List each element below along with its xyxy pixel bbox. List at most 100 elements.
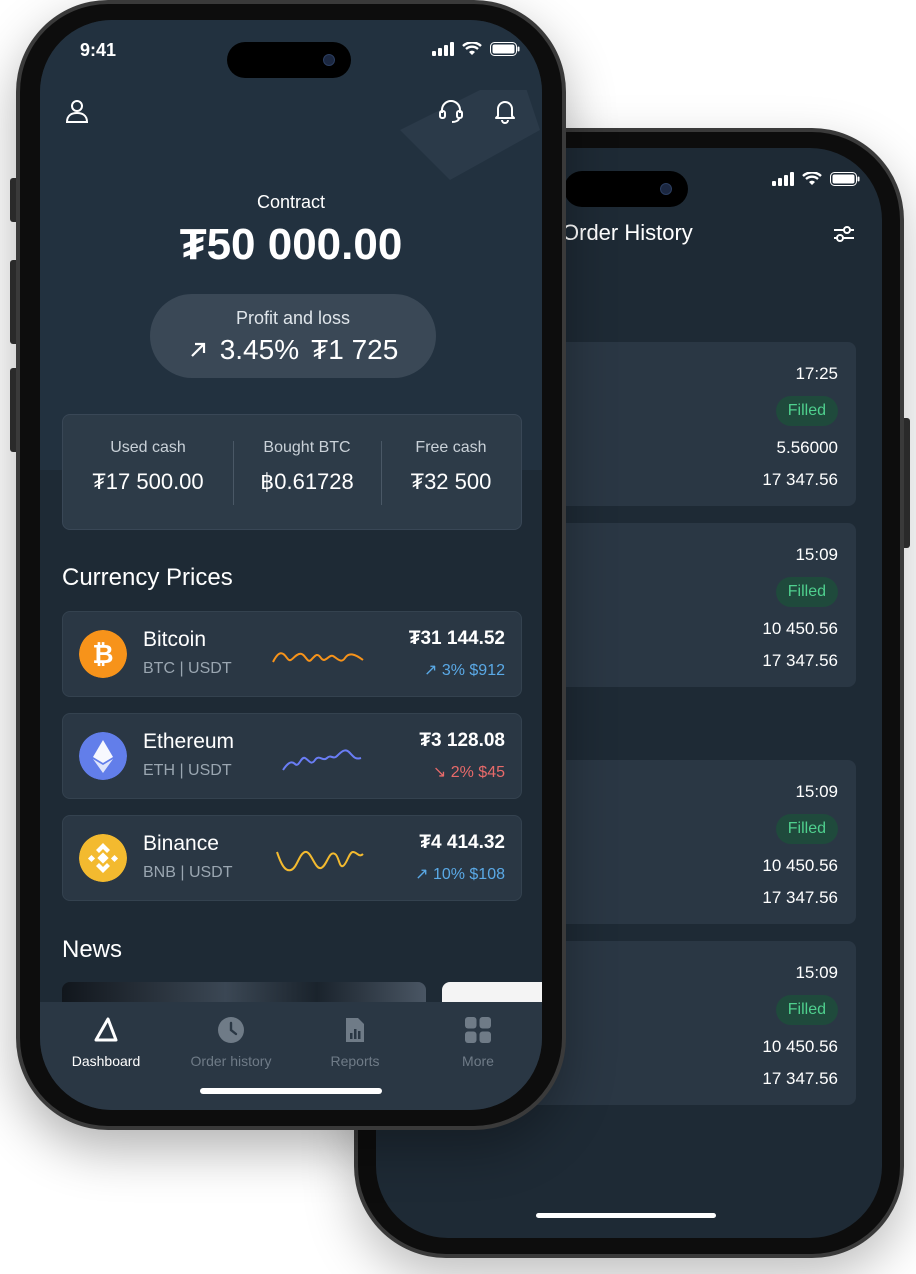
status-icons	[772, 172, 860, 186]
order-time: 17:25	[795, 364, 838, 383]
tab-label: Order history	[190, 1053, 272, 1069]
pnl-values: 3.45% ₮1 725	[150, 334, 436, 366]
ethereum-icon	[79, 732, 127, 780]
stat-label: Used cash	[110, 439, 186, 456]
battery-icon	[490, 42, 520, 56]
tab-dashboard[interactable]: Dashboard	[46, 1016, 166, 1069]
sparkline	[276, 850, 364, 872]
arrow-up-right-icon	[190, 342, 205, 357]
volume-down-button	[10, 368, 16, 452]
dashboard-screen: 9:41 Contract ₮50 000.00 Profit and loss…	[40, 20, 542, 1110]
pnl-label: Profit and loss	[235, 308, 351, 328]
currency-prices-title: Currency Prices	[62, 564, 233, 591]
trend-up-icon: ↗	[415, 866, 429, 883]
news-title: News	[62, 936, 123, 963]
report-icon	[346, 1018, 364, 1042]
coin-pair: ETH | USDT	[143, 762, 232, 779]
binance-icon	[79, 834, 127, 882]
coin-pair: BNB | USDT	[143, 864, 233, 881]
power-button	[904, 418, 910, 548]
trend-down-icon: ↘	[432, 764, 447, 781]
profile-icon[interactable]	[64, 98, 90, 124]
coin-change-value: 10% $108	[432, 866, 505, 883]
currency-row-ethereum[interactable]: Ethereum ETH | USDT ₮3 128.08 ↘ 2% $45	[62, 713, 522, 799]
order-amount: 10 450.56	[762, 856, 838, 875]
clock-icon	[218, 1017, 244, 1043]
order-time: 15:09	[795, 545, 838, 564]
sparkline	[272, 652, 364, 663]
order-price: 17 347.56	[762, 888, 838, 907]
sparkline	[282, 749, 362, 771]
stat-value: ₮17 500.00	[92, 469, 204, 494]
battery-icon	[830, 172, 860, 186]
home-indicator[interactable]	[536, 1213, 716, 1218]
camera	[660, 183, 672, 195]
order-amount: 5.56000	[776, 438, 838, 457]
dynamic-island	[564, 171, 688, 207]
support-headset-icon[interactable]	[438, 98, 464, 124]
contract-value: ₮50 000.00	[179, 220, 403, 269]
pnl-amount: ₮1 725	[311, 334, 399, 365]
tab-order-history[interactable]: Order history	[171, 1016, 291, 1069]
stat-label: Bought BTC	[263, 439, 351, 456]
status-badge: Filled	[775, 814, 838, 844]
tab-more[interactable]: More	[418, 1016, 538, 1069]
order-price: 17 347.56	[762, 651, 838, 670]
coin-change: ↗ 10% $108	[415, 864, 505, 884]
stat-free-cash: Free cash ₮32 500	[381, 415, 521, 529]
dynamic-island	[227, 42, 351, 78]
signal-icon	[772, 172, 794, 186]
bitcoin-icon: ₿	[79, 630, 127, 678]
status-badge: Filled	[775, 577, 838, 607]
cash-stats-card: Used cash ₮17 500.00 Bought BTC ฿0.61728…	[62, 414, 522, 530]
grid-icon	[465, 1017, 491, 1043]
currency-row-bitcoin[interactable]: ₿ Bitcoin BTC | USDT ₮31 144.52 ↗ 3% $91…	[62, 611, 522, 697]
triangle-logo-icon	[94, 1017, 118, 1042]
signal-icon	[432, 42, 454, 56]
stat-value: ฿0.61728	[260, 469, 354, 494]
svg-text:₿: ₿	[92, 639, 113, 669]
status-icons	[432, 42, 520, 56]
coin-price: ₮3 128.08	[419, 730, 505, 751]
stat-label: Free cash	[415, 439, 487, 456]
mute-switch	[10, 178, 16, 222]
order-price: 17 347.56	[762, 1069, 838, 1088]
tab-reports[interactable]: Reports	[295, 1016, 415, 1069]
coin-price: ₮4 414.32	[419, 832, 505, 853]
tab-label: Reports	[330, 1053, 380, 1069]
coin-change: ↗ 3% $912	[424, 660, 505, 680]
order-amount: 10 450.56	[762, 619, 838, 638]
currency-row-binance[interactable]: Binance BNB | USDT ₮4 414.32 ↗ 10% $108	[62, 815, 522, 901]
coin-pair: BTC | USDT	[143, 660, 232, 677]
status-badge: Filled	[775, 396, 838, 426]
profit-loss-card[interactable]: Profit and loss 3.45% ₮1 725	[150, 294, 436, 378]
pnl-percent: 3.45%	[219, 334, 300, 365]
coin-change: ↘ 2% $45	[433, 762, 505, 782]
camera	[323, 54, 335, 66]
stat-used-cash: Used cash ₮17 500.00	[63, 415, 233, 529]
bell-icon[interactable]	[492, 98, 518, 124]
coin-change-value: 3% $912	[441, 662, 505, 679]
wifi-icon	[462, 42, 482, 55]
dashboard-phone: 9:41 Contract ₮50 000.00 Profit and loss…	[10, 0, 566, 1130]
coin-price: ₮31 144.52	[408, 628, 505, 649]
contract-label: Contract	[256, 192, 326, 212]
stat-bought-btc: Bought BTC ฿0.61728	[233, 415, 381, 529]
coin-change-value: 2% $45	[450, 764, 505, 781]
home-indicator[interactable]	[200, 1088, 382, 1094]
order-amount: 10 450.56	[762, 1037, 838, 1056]
order-price: 17 347.56	[762, 470, 838, 489]
order-time: 15:09	[795, 782, 838, 801]
page-title: Order History	[562, 220, 693, 245]
wifi-icon	[802, 172, 822, 185]
coin-name: Bitcoin	[143, 628, 207, 651]
volume-up-button	[10, 260, 16, 344]
status-badge: Filled	[775, 995, 838, 1025]
clock: 9:41	[80, 40, 117, 60]
coin-name: Binance	[143, 832, 219, 855]
trend-up-icon: ↗	[423, 662, 438, 679]
coin-name: Ethereum	[143, 730, 235, 753]
status-bar: 9:41	[40, 20, 542, 80]
tab-label: More	[462, 1053, 494, 1069]
filter-icon[interactable]	[832, 222, 856, 246]
